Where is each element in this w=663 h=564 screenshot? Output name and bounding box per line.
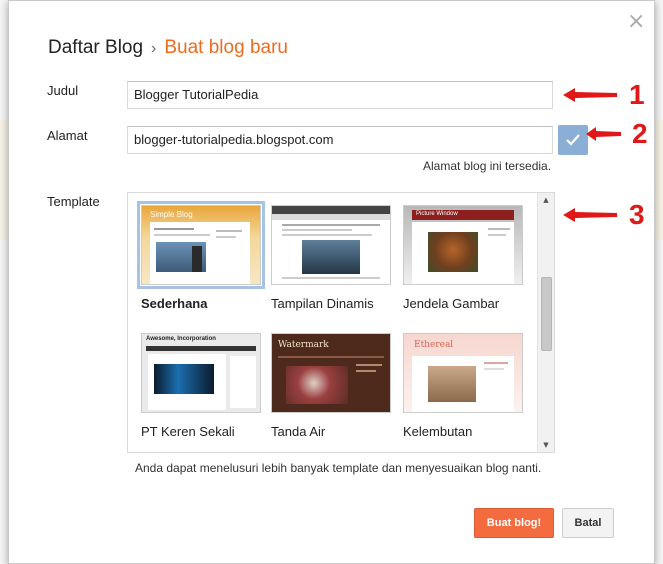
template-thumbnail: Ethereal — [403, 333, 523, 413]
breadcrumb-separator: › — [151, 40, 157, 57]
template-note: Anda dapat menelusuri lebih banyak templ… — [135, 461, 542, 475]
callout-1: 1 — [561, 79, 645, 111]
template-thumbnail: Picture Window — [403, 205, 523, 285]
callout-number: 3 — [629, 199, 645, 230]
cancel-button[interactable]: Batal — [562, 508, 614, 538]
breadcrumb-root[interactable]: Daftar Blog — [48, 37, 143, 58]
template-picker: Simple Blog Sederhana Tampilan Dinamis P… — [127, 192, 555, 453]
arrow-left-icon — [586, 127, 621, 141]
create-blog-dialog: × Daftar Blog › Buat blog baru Judul Blogg… — [8, 0, 655, 564]
title-label: Judul — [47, 83, 79, 98]
scrollbar-thumb[interactable] — [541, 277, 552, 351]
template-thumbnail: Simple Blog — [137, 201, 265, 289]
page-title: Buat blog baru — [164, 37, 288, 58]
callout-2: 2 — [584, 118, 648, 150]
template-thumbnail — [271, 205, 391, 285]
template-label: Template — [47, 194, 100, 209]
template-thumbnail: Awesome, Incorporation — [141, 333, 261, 413]
template-option-awesome-inc[interactable]: Awesome, Incorporation PT Keren Sekali — [141, 333, 263, 439]
template-preview-title: Simple Blog — [150, 210, 193, 219]
callout-3: 3 — [561, 199, 645, 231]
template-preview-title: Ethereal — [414, 340, 454, 350]
template-option-watermark[interactable]: Watermark Tanda Air — [271, 333, 393, 439]
template-option-picture-window[interactable]: Picture Window Jendela Gambar — [403, 205, 525, 311]
template-name: Tanda Air — [271, 424, 326, 439]
template-preview-title: Watermark — [278, 340, 329, 350]
title-input[interactable]: Blogger TutorialPedia — [127, 81, 553, 109]
template-preview-title: Picture Window — [416, 211, 458, 217]
template-option-simple[interactable]: Simple Blog Sederhana — [137, 201, 265, 311]
template-name: PT Keren Sekali — [141, 424, 235, 439]
callout-number: 1 — [629, 79, 645, 110]
create-blog-button[interactable]: Buat blog! — [474, 508, 554, 538]
template-name: Sederhana — [141, 296, 208, 311]
scroll-up-icon[interactable]: ▲ — [538, 193, 554, 207]
address-label: Alamat — [47, 128, 88, 143]
template-scrollbar[interactable]: ▲ ▼ — [537, 193, 554, 452]
address-input[interactable]: blogger-tutorialpedia.blogspot.com — [127, 126, 553, 154]
template-name: Jendela Gambar — [403, 296, 500, 311]
arrow-left-icon — [563, 88, 617, 102]
scroll-down-icon[interactable]: ▼ — [538, 438, 554, 452]
check-icon — [566, 134, 580, 146]
address-status: Alamat blog ini tersedia. — [423, 159, 552, 173]
template-thumbnail: Watermark — [271, 333, 391, 413]
template-option-dynamic-views[interactable]: Tampilan Dinamis — [271, 205, 393, 311]
close-icon[interactable]: × — [627, 11, 645, 33]
template-name: Kelembutan — [403, 424, 473, 439]
callout-number: 2 — [632, 118, 648, 149]
template-option-ethereal[interactable]: Ethereal Kelembutan — [403, 333, 525, 439]
template-preview-title: Awesome, Incorporation — [146, 336, 216, 342]
template-name: Tampilan Dinamis — [271, 296, 374, 311]
breadcrumb: Daftar Blog › Buat blog baru — [48, 37, 288, 59]
arrow-left-icon — [563, 208, 617, 222]
